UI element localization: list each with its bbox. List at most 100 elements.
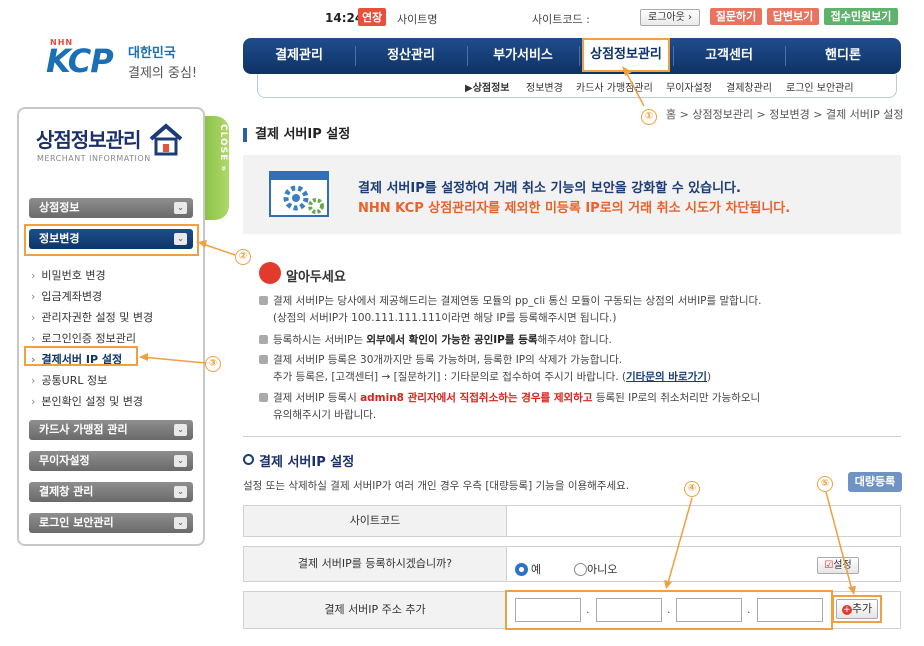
annotation-3: ③ [205,356,221,372]
sidebar-sub-login-auth[interactable]: 로그인인증 정보관리 [31,330,136,346]
highlight-box [505,590,833,630]
section-description: 설정 또는 삭제하실 결제 서버IP가 여러 개인 경우 우측 [대량등록] 기… [243,480,630,492]
extend-session-button[interactable]: 연장 [358,8,387,26]
sidebar-item-label: 결제창 관리 [39,485,94,498]
radio-no[interactable] [574,563,587,576]
page-title: 결제 서버IP 설정 [243,128,350,142]
radio-no-label: 아니오 [587,563,618,576]
set-button[interactable]: ☑설정 [817,557,859,574]
bullet-icon [259,355,268,364]
annotation-5: ⑤ [817,476,833,492]
radio-yes-label: 예 [531,563,542,576]
sidebar-sub-admin-auth[interactable]: 관리자권한 설정 및 변경 [31,309,153,325]
highlight-box [24,224,199,256]
set-label: 설정 [833,560,852,571]
kcp-logo[interactable]: KCP [46,42,114,80]
sidebar-sub-password[interactable]: 비밀번호 변경 [31,267,105,283]
left-sidebar [17,107,205,546]
chevron-down-icon: ⌄ [174,517,187,529]
gnb-item-support[interactable]: 고객센터 [673,38,785,74]
notice-line-1: 결제 서버IP를 설정하여 거래 취소 기능의 보안을 강화할 수 있습니다. [358,181,741,196]
note-4-text-a: 결제 서버IP 등록시 [273,392,361,404]
annotation-1: ① [641,109,657,125]
sidebar-item-card-merchant[interactable]: 카드사 가맹점 관리 ⌄ [29,420,193,440]
breadcrumb: 홈 > 상점정보관리 > 정보변경 > 결제 서버IP 설정 [666,108,904,121]
sidebar-close-label: CLOSE » [218,124,228,173]
other-inquiry-link[interactable]: 기타문의 바로가기 [626,371,707,383]
gnb-divider [579,46,580,66]
note-1-line-2: (상점의 서버IP가 100.111.111.111이라면 해당 IP를 등록해… [273,312,617,324]
note-2: 등록하시는 서버IP는 외부에서 확인이 가능한 공인IP를 등록해주셔야 합니… [273,332,612,347]
house-icon [149,123,183,156]
sidebar-item-label: 로그인 보안관리 [39,516,114,529]
sidebar-sub-identity[interactable]: 본인확인 설정 및 변경 [31,393,143,409]
subnav-login-security[interactable]: 로그인 보안관리 [786,79,854,94]
bullet-icon [259,393,268,402]
sidebar-item-label: 상점정보 [39,201,80,214]
register-question-label: 결제 서버IP를 등록하시겠습니까? [244,547,507,581]
note-3-text-a: 추가 등록은, [고객센터] → [질문하기] : 기타문의로 접수하여 주시기… [273,371,627,383]
gnb-item-payment[interactable]: 결제관리 [243,38,355,74]
subnav-info-change[interactable]: 정보변경 [526,79,563,94]
server-settings-icon [269,171,329,217]
question-button[interactable]: 질문하기 [710,8,762,25]
chevron-down-icon: ⌄ [174,455,187,467]
note-4-text-red: admin8 관리자에서 직접취소하는 경우를 제외하고 [360,392,593,404]
highlight-box [24,346,138,366]
gnb-item-store-info[interactable]: 상점정보관리 [582,38,670,72]
sidebar-sub-account[interactable]: 입금계좌변경 [31,288,102,304]
subnav-store-info[interactable]: ▶상점정보 [465,79,510,94]
bullet-icon [259,296,268,305]
note-3-text-c: ) [706,371,712,383]
note-1-line-1: 결제 서버IP는 당사에서 제공해드리는 결제연동 모듈의 pp_cli 통신 … [273,295,762,307]
sidebar-item-interest-free[interactable]: 무이자설정 ⌄ [29,451,193,471]
bulk-register-button[interactable]: 대량등록 [848,472,902,492]
sidebar-subtitle: MERCHANT INFORMATION [37,154,151,163]
radio-yes[interactable] [515,563,528,576]
note-2-text-c: 해주셔야 합니다. [537,334,612,346]
highlight-box [832,595,882,623]
note-4-line-2: 유의해주시기 바랍니다. [273,409,377,421]
note-3-line-2: 추가 등록은, [고객센터] → [질문하기] : 기타문의로 접수하여 주시기… [273,369,711,384]
gnb-item-handyloan[interactable]: 핸디론 [785,38,901,74]
notice-line-2: NHN KCP 상점관리자를 제외한 미등록 IP로의 거래 취소 시도가 차단… [358,201,791,216]
site-code-row: 사이트코드 [243,505,901,537]
chevron-down-icon: ⌄ [174,202,187,214]
logo-tagline-2: 결제의 중심! [128,66,198,81]
gnb-item-settlement[interactable]: 정산관리 [355,38,467,74]
global-nav: 결제관리 정산관리 부가서비스 고객센터 핸디론 [243,38,901,74]
check-icon: ☑ [824,560,834,571]
chevron-down-icon: ⌄ [174,486,187,498]
complaint-view-button[interactable]: 접수민원보기 [824,8,898,25]
sidebar-item-store-info[interactable]: 상점정보 ⌄ [29,198,193,218]
chevron-down-icon: ⌄ [174,424,187,436]
note-2-text-a: 등록하시는 서버IP는 [273,334,367,346]
note-4-text-c: 등록된 IP로의 취소처리만 가능하오니 [592,392,761,404]
ip-add-label: 결제 서버IP 주소 추가 [244,592,507,628]
register-row: 결제 서버IP를 등록하시겠습니까? [243,546,901,582]
sidebar-sub-common-url[interactable]: 공통URL 정보 [31,372,107,388]
notes-title: 알아두세요 [286,270,346,285]
gnb-item-addon[interactable]: 부가서비스 [467,38,579,74]
note-2-text-bold: 외부에서 확인이 가능한 공인IP를 등록 [366,334,538,346]
site-name-label: 사이트명 [397,13,438,26]
subnav-payment-window[interactable]: 결제창관리 [726,79,772,94]
logout-button[interactable]: 로그아웃 › [640,9,700,26]
annotation-4: ④ [684,481,700,497]
site-code-label: 사이트코드 [244,506,507,536]
answer-view-button[interactable]: 답변보기 [767,8,819,25]
sidebar-item-label: 무이자설정 [39,454,90,467]
sidebar-item-label: 카드사 가맹점 관리 [39,423,128,436]
note-3-line-1: 결제 서버IP 등록은 30개까지만 등록 가능하며, 등록한 IP의 삭제가 … [273,354,623,366]
sidebar-item-login-security[interactable]: 로그인 보안관리 ⌄ [29,513,193,533]
subnav-interest-free[interactable]: 무이자설정 [666,79,712,94]
section-title: 결제 서버IP 설정 [243,451,354,470]
chevron-right-icon: › [688,12,692,23]
logo-tagline-1: 대한민국 [128,46,176,61]
bullet-icon [259,335,268,344]
sidebar-item-payment-window[interactable]: 결제창 관리 ⌄ [29,482,193,502]
megaphone-icon [259,262,281,284]
subnav-card-merchant[interactable]: 카드사 가맹점관리 [576,79,653,94]
divider [243,436,901,437]
note-4-line-1: 결제 서버IP 등록시 admin8 관리자에서 직접취소하는 경우를 제외하고… [273,390,760,405]
